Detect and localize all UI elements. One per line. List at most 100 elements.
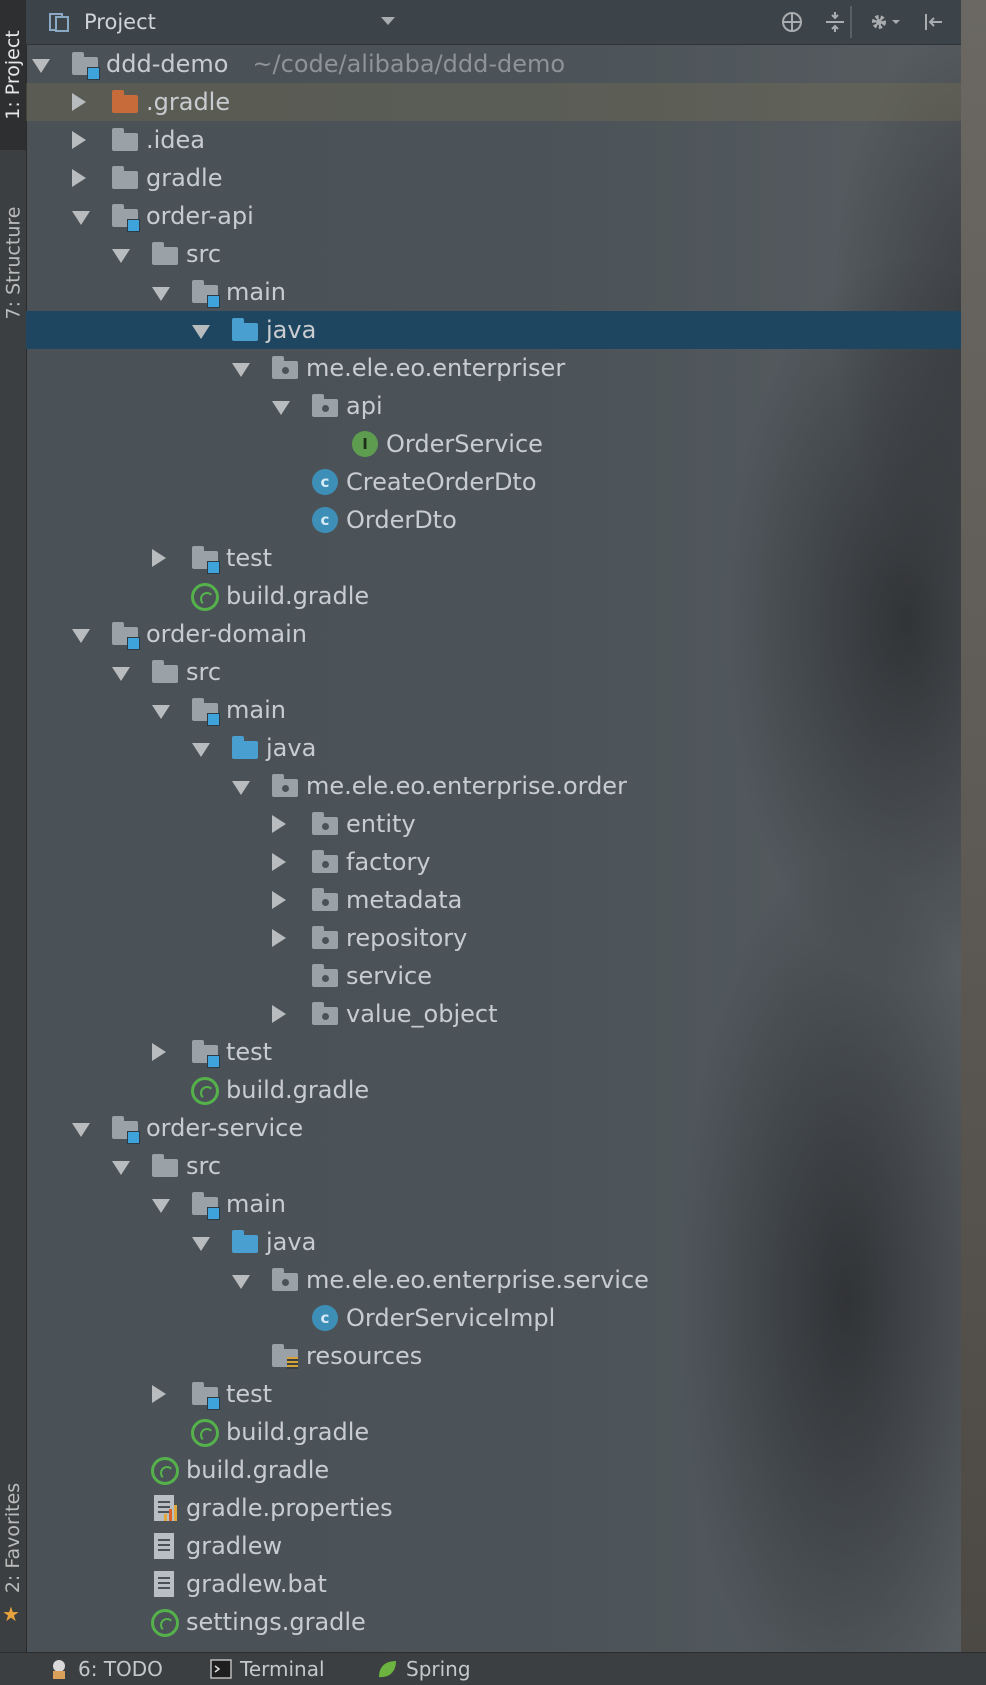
tree-row[interactable]: c CreateOrderDto	[26, 463, 961, 501]
collapsed-arrow-icon[interactable]	[272, 853, 286, 871]
expanded-arrow-icon[interactable]	[232, 1275, 250, 1289]
expanded-arrow-icon[interactable]	[152, 287, 170, 301]
project-title[interactable]: Project	[84, 10, 156, 34]
tree-row[interactable]: gradle	[26, 159, 961, 197]
expanded-arrow-icon[interactable]	[72, 629, 90, 643]
expanded-arrow-icon[interactable]	[232, 781, 250, 795]
expanded-arrow-icon[interactable]	[272, 401, 290, 415]
collapsed-arrow-icon[interactable]	[152, 1385, 166, 1403]
source-folder-icon	[230, 317, 260, 343]
tree-row-label: .gradle	[146, 88, 230, 116]
tree-row[interactable]: order-api	[26, 197, 961, 235]
tree-item-name: java	[266, 734, 317, 762]
collapsed-arrow-icon[interactable]	[72, 93, 86, 111]
collapse-all-icon[interactable]	[821, 8, 849, 36]
expanded-arrow-icon[interactable]	[72, 211, 90, 225]
tree-row[interactable]: src	[26, 235, 961, 273]
expanded-arrow-icon[interactable]	[112, 249, 130, 263]
module-folder-icon	[110, 1115, 140, 1144]
collapsed-arrow-icon[interactable]	[152, 1043, 166, 1061]
expanded-arrow-icon[interactable]	[152, 1199, 170, 1213]
tree-row[interactable]: main	[26, 273, 961, 311]
tree-row[interactable]: .idea	[26, 121, 961, 159]
collapsed-arrow-icon[interactable]	[272, 891, 286, 909]
tree-row[interactable]: order-service	[26, 1109, 961, 1147]
tree-row-label: build.gradle	[226, 582, 369, 610]
tree-row-label: build.gradle	[226, 1076, 369, 1104]
gear-icon[interactable]	[864, 8, 904, 36]
expanded-arrow-icon[interactable]	[192, 1237, 210, 1251]
collapsed-arrow-icon[interactable]	[272, 1005, 286, 1023]
tree-row[interactable]: api	[26, 387, 961, 425]
tree-row[interactable]: c OrderDto	[26, 501, 961, 539]
collapsed-arrow-icon[interactable]	[152, 549, 166, 567]
chevron-down-icon[interactable]	[381, 17, 395, 25]
tree-item-name: OrderService	[386, 430, 543, 458]
bottom-tool-bar: 6: TODO Terminal Spring	[0, 1652, 986, 1685]
tree-row[interactable]: value_object	[26, 995, 961, 1033]
tree-row[interactable]: main	[26, 691, 961, 729]
expanded-arrow-icon[interactable]	[112, 1161, 130, 1175]
tree-row[interactable]: src	[26, 653, 961, 691]
hide-panel-icon[interactable]	[919, 8, 947, 36]
tab-terminal[interactable]: Terminal	[210, 1657, 325, 1681]
tree-row[interactable]: test	[26, 1375, 961, 1413]
tab-structure[interactable]: 7: Structure	[0, 178, 26, 348]
tree-row-label: CreateOrderDto	[346, 468, 537, 496]
tree-row[interactable]: gradle.properties	[26, 1489, 961, 1527]
tree-row[interactable]: factory	[26, 843, 961, 881]
locate-icon[interactable]	[778, 8, 806, 36]
tree-row[interactable]: .gradle	[26, 83, 961, 121]
tree-row[interactable]: build.gradle	[26, 577, 961, 615]
tree-row[interactable]: order-domain	[26, 615, 961, 653]
tree-row[interactable]: resources	[26, 1337, 961, 1375]
tree-row[interactable]: test	[26, 1033, 961, 1071]
tree-row[interactable]: src	[26, 1147, 961, 1185]
tree-row[interactable]: main	[26, 1185, 961, 1223]
expanded-arrow-icon[interactable]	[232, 363, 250, 377]
tree-row[interactable]: build.gradle	[26, 1451, 961, 1489]
tree-row[interactable]: entity	[26, 805, 961, 843]
tree-row[interactable]: gradlew.bat	[26, 1565, 961, 1603]
tree-row[interactable]: gradlew	[26, 1527, 961, 1565]
tab-todo[interactable]: 6: TODO	[48, 1657, 163, 1681]
tree-row[interactable]: build.gradle	[26, 1413, 961, 1451]
tree-row[interactable]: test	[26, 539, 961, 577]
folder-icon	[150, 1153, 180, 1179]
tree-row[interactable]: repository	[26, 919, 961, 957]
tree-item-name: order-domain	[146, 620, 308, 648]
tree-row[interactable]: ddd-demo ~/code/alibaba/ddd-demo	[26, 45, 961, 83]
tab-project[interactable]: 1: Project	[0, 0, 26, 150]
collapsed-arrow-icon[interactable]	[72, 131, 86, 149]
expanded-arrow-icon[interactable]	[152, 705, 170, 719]
tab-spring[interactable]: Spring	[376, 1657, 471, 1681]
tree-row-label: service	[346, 962, 432, 990]
tree-row[interactable]: c OrderServiceImpl	[26, 1299, 961, 1337]
expanded-arrow-icon[interactable]	[112, 667, 130, 681]
expanded-arrow-icon[interactable]	[72, 1123, 90, 1137]
tab-favorites[interactable]: 2: Favorites	[0, 1470, 26, 1605]
tree-row-label: build.gradle	[226, 1418, 369, 1446]
collapsed-arrow-icon[interactable]	[272, 815, 286, 833]
expanded-arrow-icon[interactable]	[192, 325, 210, 339]
tree-row[interactable]: settings.gradle	[26, 1603, 961, 1641]
tree-row[interactable]: me.ele.eo.enterpriser	[26, 349, 961, 387]
tree-row[interactable]: build.gradle	[26, 1071, 961, 1109]
tree-row[interactable]: service	[26, 957, 961, 995]
tree-row[interactable]: I OrderService	[26, 425, 961, 463]
tree-row[interactable]: metadata	[26, 881, 961, 919]
tree-item-name: build.gradle	[186, 1456, 330, 1484]
expanded-arrow-icon[interactable]	[32, 59, 50, 73]
collapsed-arrow-icon[interactable]	[272, 929, 286, 947]
tree-row[interactable]: me.ele.eo.enterprise.order	[26, 767, 961, 805]
tree-row-label: java	[266, 734, 316, 762]
expanded-arrow-icon[interactable]	[192, 743, 210, 757]
tree-row[interactable]: java	[26, 729, 961, 767]
tree-row[interactable]: java	[26, 311, 961, 349]
tree-row[interactable]: me.ele.eo.enterprise.service	[26, 1261, 961, 1299]
tree-row-label: OrderService	[386, 430, 543, 458]
tree-row-label: src	[186, 658, 221, 686]
collapsed-arrow-icon[interactable]	[72, 169, 86, 187]
tree-item-name: me.ele.eo.enterprise.service	[306, 1266, 649, 1294]
tree-row[interactable]: java	[26, 1223, 961, 1261]
